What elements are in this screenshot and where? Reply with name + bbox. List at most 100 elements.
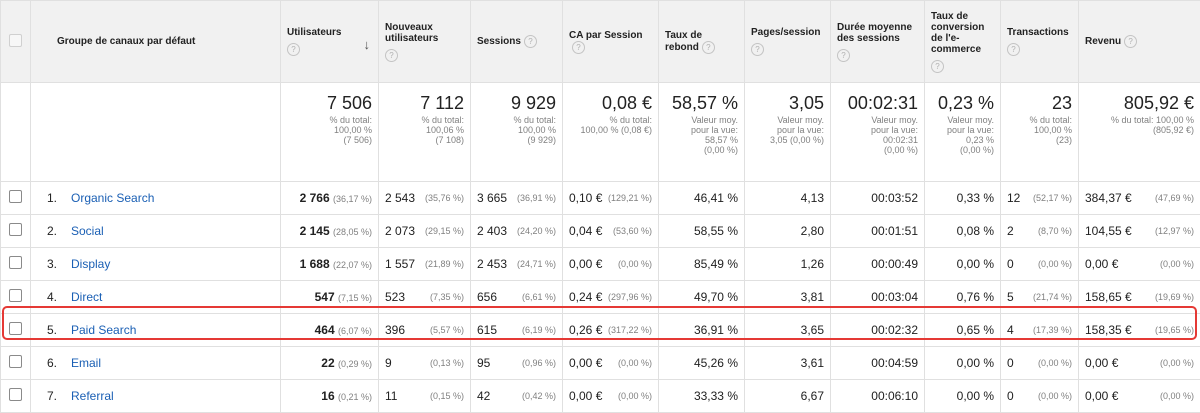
transactions-percent: (0,00 %): [1038, 259, 1072, 269]
bounce-cell: 58,55 %: [659, 215, 745, 248]
help-icon[interactable]: ?: [524, 35, 537, 48]
revenue-percent: (12,97 %): [1155, 226, 1194, 236]
sessions-cell: 656(6,61 %): [471, 281, 563, 314]
transactions-cell: 12(52,17 %): [1001, 182, 1079, 215]
users-cell: 22 (0,29 %): [281, 347, 379, 380]
help-icon[interactable]: ?: [931, 60, 944, 73]
row-checkbox[interactable]: [9, 322, 22, 335]
sessions-value: 656: [477, 290, 497, 304]
total-users: 7 506% du total: 100,00 % (7 506): [281, 83, 379, 182]
table-row[interactable]: 4.Direct 547 (7,15 %) 523(7,35 %) 656(6,…: [1, 281, 1200, 314]
help-icon[interactable]: ?: [287, 43, 300, 56]
help-icon[interactable]: ?: [572, 41, 585, 54]
table-row[interactable]: 1.Organic Search 2 766 (36,17 %) 2 543(3…: [1, 182, 1200, 215]
rps-percent: (317,22 %): [608, 325, 652, 335]
transactions-value: 0: [1007, 389, 1014, 403]
conversion-cell: 0,65 %: [925, 314, 1001, 347]
col-pages-session[interactable]: Pages/session ?: [745, 1, 831, 83]
col-revenue[interactable]: Revenu?: [1079, 1, 1200, 83]
users-value: 2 145: [300, 224, 330, 238]
row-checkbox-cell: [1, 215, 31, 248]
channel-link[interactable]: Email: [71, 356, 101, 370]
table-row[interactable]: 5.Paid Search 464 (6,07 %) 396(5,57 %) 6…: [1, 314, 1200, 347]
rps-value: 0,00 €: [569, 389, 602, 403]
help-icon[interactable]: ?: [1124, 35, 1137, 48]
table-row[interactable]: 3.Display 1 688 (22,07 %) 1 557(21,89 %)…: [1, 248, 1200, 281]
transactions-percent: (21,74 %): [1033, 292, 1072, 302]
row-index: 6.: [37, 356, 71, 370]
col-users[interactable]: Utilisateurs ? ↓: [281, 1, 379, 83]
new-users-value: 9: [385, 356, 392, 370]
rows-body: 1.Organic Search 2 766 (36,17 %) 2 543(3…: [1, 182, 1200, 413]
channel-link[interactable]: Organic Search: [71, 191, 154, 205]
channel-link[interactable]: Paid Search: [71, 323, 136, 337]
transactions-percent: (8,70 %): [1038, 226, 1072, 236]
channel-link[interactable]: Social: [71, 224, 104, 238]
revenue-cell: 0,00 €(0,00 %): [1079, 347, 1200, 380]
row-checkbox[interactable]: [9, 223, 22, 236]
revenue-value: 384,37 €: [1085, 191, 1132, 205]
users-cell: 2 145 (28,05 %): [281, 215, 379, 248]
col-bounce-rate[interactable]: Taux de rebond?: [659, 1, 745, 83]
help-icon[interactable]: ?: [702, 41, 715, 54]
new-users-percent: (29,15 %): [425, 226, 464, 236]
channel-link[interactable]: Referral: [71, 389, 114, 403]
users-cell: 2 766 (36,17 %): [281, 182, 379, 215]
revenue-percent: (19,69 %): [1155, 292, 1194, 302]
total-bounce-rate: 58,57 %Valeur moy. pour la vue: 58,57 % …: [659, 83, 745, 182]
row-index: 1.: [37, 191, 71, 205]
sessions-cell: 3 665(36,91 %): [471, 182, 563, 215]
new-users-cell: 523(7,35 %): [379, 281, 471, 314]
table-row[interactable]: 2.Social 2 145 (28,05 %) 2 073(29,15 %) …: [1, 215, 1200, 248]
channel-cell: 3.Display: [31, 248, 281, 281]
select-all-checkbox[interactable]: [9, 34, 22, 47]
help-icon[interactable]: ?: [751, 43, 764, 56]
col-sessions[interactable]: Sessions?: [471, 1, 563, 83]
select-all-cell: [1, 1, 31, 83]
channel-cell: 1.Organic Search: [31, 182, 281, 215]
channel-link[interactable]: Direct: [71, 290, 102, 304]
row-checkbox[interactable]: [9, 289, 22, 302]
new-users-cell: 2 073(29,15 %): [379, 215, 471, 248]
col-avg-duration[interactable]: Durée moyenne des sessions ?: [831, 1, 925, 83]
revenue-value: 104,55 €: [1085, 224, 1132, 238]
col-revenue-per-session[interactable]: CA par Session?: [563, 1, 659, 83]
rps-cell: 0,24 €(297,96 %): [563, 281, 659, 314]
pages-cell: 4,13: [745, 182, 831, 215]
transactions-cell: 0(0,00 %): [1001, 347, 1079, 380]
revenue-cell: 0,00 €(0,00 %): [1079, 248, 1200, 281]
row-checkbox[interactable]: [9, 190, 22, 203]
users-cell: 1 688 (22,07 %): [281, 248, 379, 281]
channel-link[interactable]: Display: [71, 257, 110, 271]
col-channel[interactable]: Groupe de canaux par défaut: [31, 1, 281, 83]
sort-desc-icon[interactable]: ↓: [364, 37, 371, 52]
row-checkbox[interactable]: [9, 355, 22, 368]
users-value: 464: [315, 323, 335, 337]
rps-cell: 0,00 €(0,00 %): [563, 248, 659, 281]
conversion-cell: 0,33 %: [925, 182, 1001, 215]
total-transactions: 23% du total: 100,00 % (23): [1001, 83, 1079, 182]
new-users-cell: 1 557(21,89 %): [379, 248, 471, 281]
help-icon[interactable]: ?: [385, 49, 398, 62]
new-users-cell: 2 543(35,76 %): [379, 182, 471, 215]
revenue-value: 0,00 €: [1085, 356, 1118, 370]
col-transactions[interactable]: Transactions ?: [1001, 1, 1079, 83]
transactions-cell: 4(17,39 %): [1001, 314, 1079, 347]
total-revenue-per-session: 0,08 €% du total: 100,00 % (0,08 €): [563, 83, 659, 182]
users-cell: 547 (7,15 %): [281, 281, 379, 314]
users-percent: (28,05 %): [333, 227, 372, 237]
help-icon[interactable]: ?: [1007, 43, 1020, 56]
table-row[interactable]: 6.Email 22 (0,29 %) 9(0,13 %) 95(0,96 %)…: [1, 347, 1200, 380]
row-checkbox[interactable]: [9, 388, 22, 401]
transactions-percent: (0,00 %): [1038, 358, 1072, 368]
new-users-percent: (35,76 %): [425, 193, 464, 203]
transactions-value: 2: [1007, 224, 1014, 238]
help-icon[interactable]: ?: [837, 49, 850, 62]
duration-cell: 00:04:59: [831, 347, 925, 380]
new-users-cell: 9(0,13 %): [379, 347, 471, 380]
row-checkbox-cell: [1, 248, 31, 281]
users-percent: (22,07 %): [333, 260, 372, 270]
col-conversion-rate[interactable]: Taux de conversion de l'e-commerce ?: [925, 1, 1001, 83]
col-new-users[interactable]: Nouveaux utilisateurs ?: [379, 1, 471, 83]
row-checkbox[interactable]: [9, 256, 22, 269]
